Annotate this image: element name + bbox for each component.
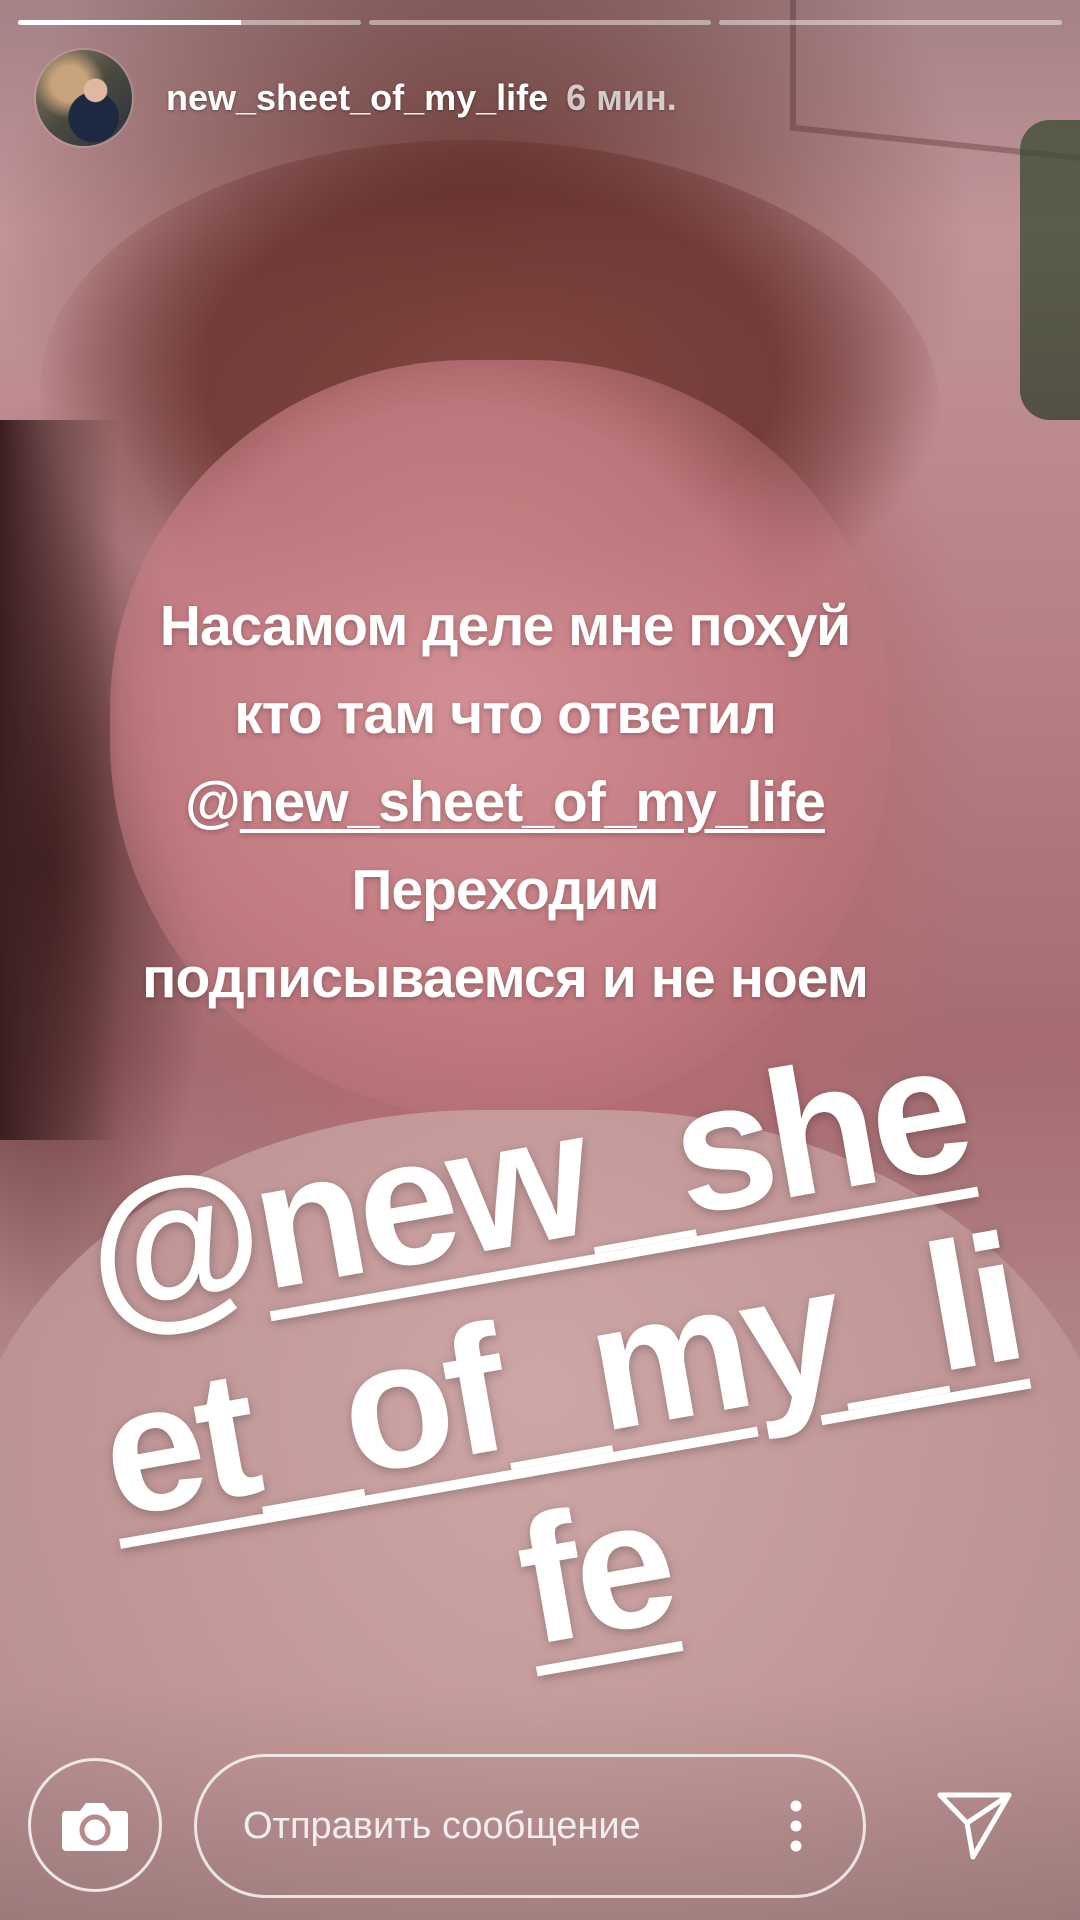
avatar[interactable] (36, 50, 132, 146)
message-placeholder: Отправить сообщение (243, 1804, 641, 1847)
caption-line: Насамом деле мне похуй (159, 594, 851, 658)
camera-button[interactable] (28, 1758, 162, 1892)
caption-line: подписываемся и не ноем (142, 946, 869, 1010)
progress-segment (368, 20, 712, 25)
send-button[interactable] (930, 1780, 1020, 1870)
story-viewer[interactable]: new_sheet_of_my_life 6 мин. Насамом деле… (0, 0, 1080, 1920)
message-input[interactable]: Отправить сообщение (194, 1754, 866, 1898)
story-header: new_sheet_of_my_life 6 мин. (36, 48, 677, 148)
progress-segment (719, 20, 1063, 25)
sticker-text-part: fe (503, 1459, 685, 1684)
more-vertical-icon[interactable] (789, 1798, 803, 1854)
sticker-at: @ (70, 1130, 273, 1358)
mention-username[interactable]: new_sheet_of_my_life (240, 770, 826, 834)
caption-line: Переходим (351, 858, 659, 922)
camera-icon (62, 1803, 128, 1851)
story-progress (18, 20, 1063, 25)
caption-line: кто там что ответил (234, 682, 777, 746)
post-time: 6 мин. (566, 77, 677, 118)
progress-fill (18, 20, 241, 25)
send-icon (937, 1792, 1012, 1860)
story-caption: Насамом деле мне похуй кто там что ответ… (40, 582, 970, 1022)
username[interactable]: new_sheet_of_my_life (166, 77, 548, 119)
progress-segment (18, 20, 361, 25)
caption-mention[interactable]: @new_sheet_of_my_life (40, 758, 970, 846)
mention-at: @ (185, 770, 241, 834)
